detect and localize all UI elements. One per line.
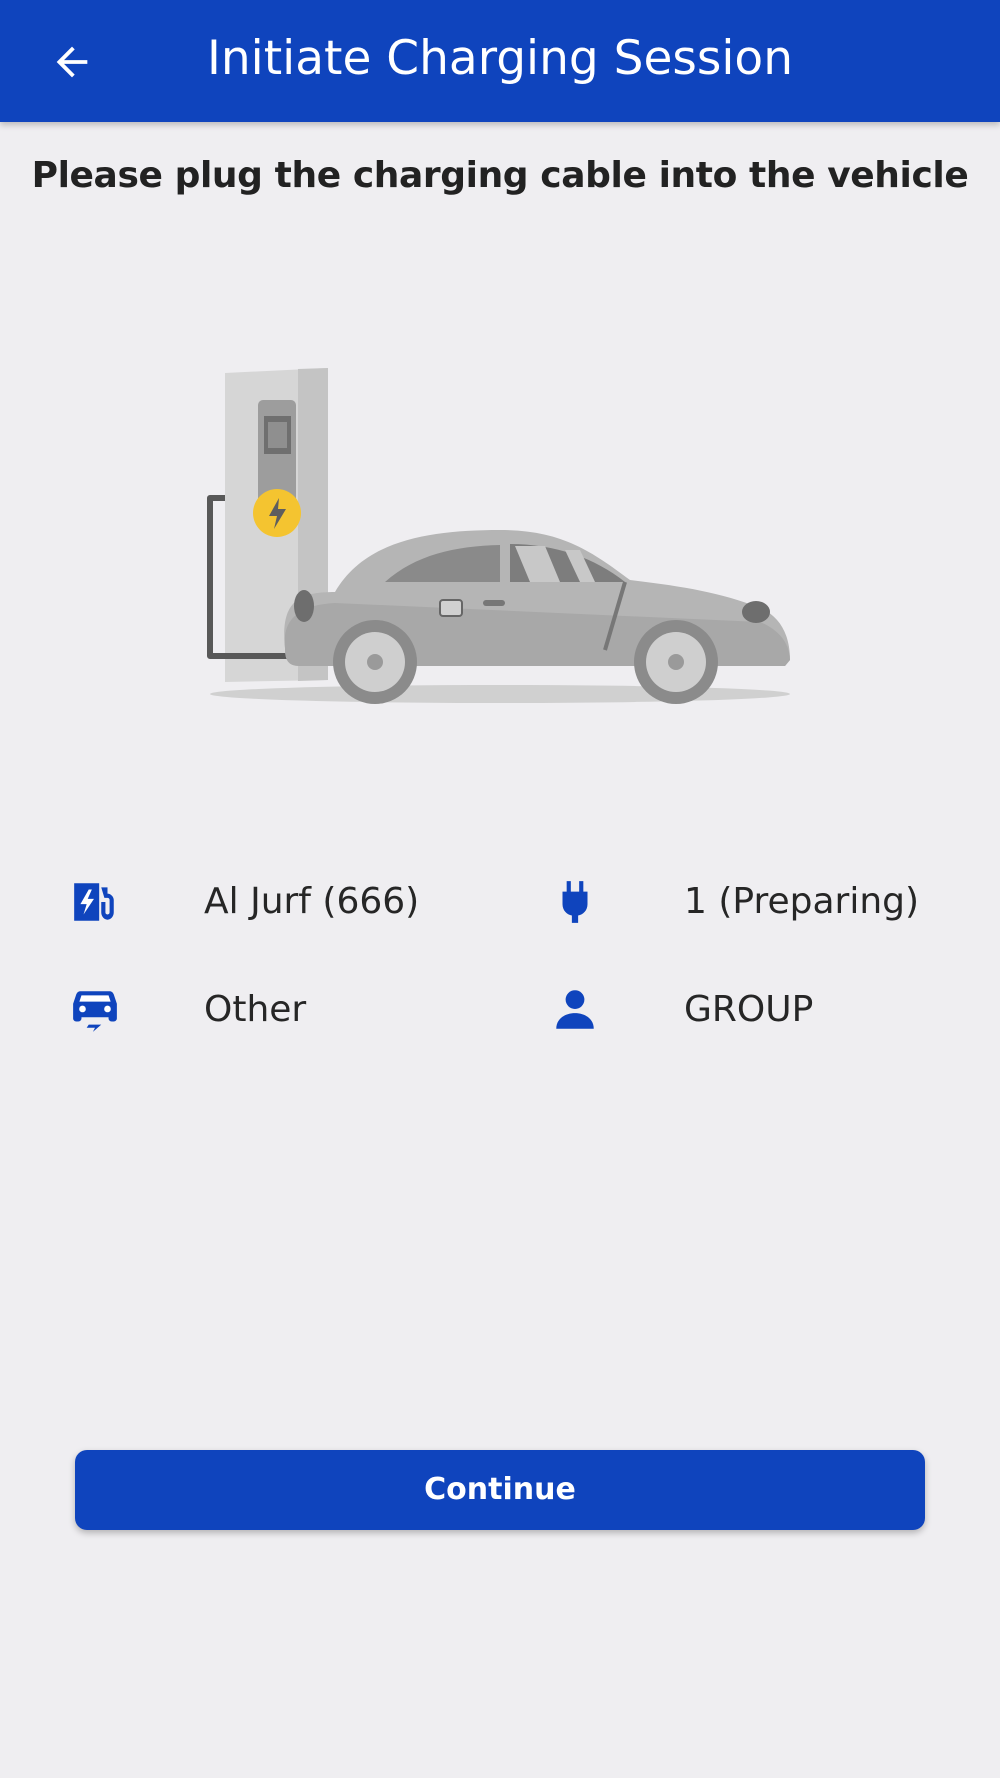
user-value: GROUP [684, 989, 814, 1030]
app-bar: Initiate Charging Session [0, 0, 1000, 122]
connector-value: 1 (Preparing) [684, 881, 920, 922]
station-value: Al Jurf (666) [204, 881, 420, 922]
plug-icon [562, 881, 588, 923]
person-icon [556, 990, 594, 1029]
user-info: GROUP [550, 975, 950, 1045]
continue-button[interactable]: Continue [75, 1450, 925, 1530]
instruction-text: Please plug the charging cable into the … [31, 155, 969, 196]
ev-charging-illustration [207, 368, 790, 704]
connector-info: 1 (Preparing) [550, 867, 950, 937]
vehicle-info: Other [70, 975, 470, 1045]
electric-car-icon [73, 991, 117, 1032]
ev-station-icon [74, 883, 114, 921]
vehicle-value: Other [204, 989, 307, 1030]
station-info: Al Jurf (666) [70, 867, 470, 937]
page-title: Initiate Charging Session [207, 31, 793, 86]
